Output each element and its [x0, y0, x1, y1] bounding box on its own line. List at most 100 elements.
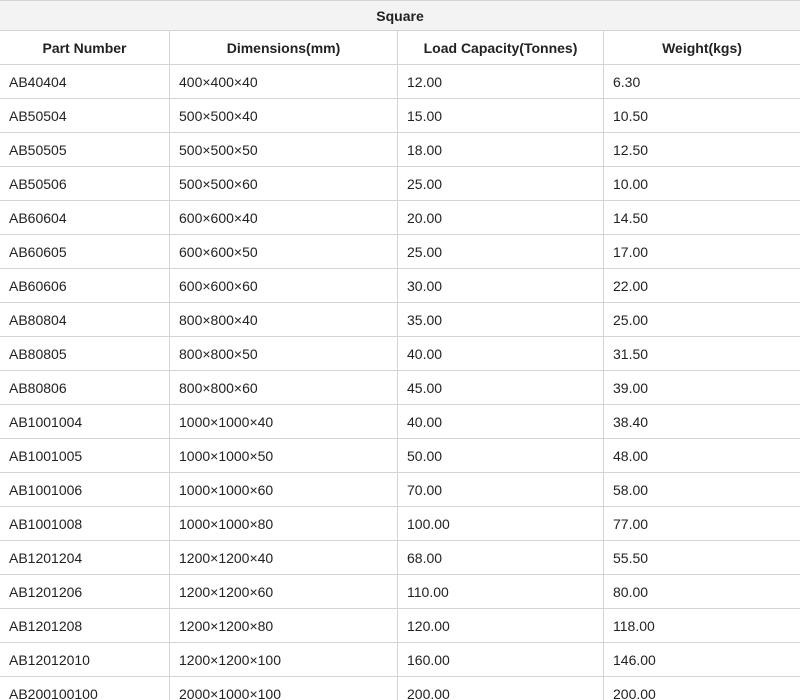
dimensions-cell: 500×500×50	[169, 132, 398, 167]
dimensions-cell: 500×500×60	[169, 166, 398, 201]
weight-cell: 22.00	[602, 268, 800, 303]
weight-cell: 17.00	[602, 234, 800, 269]
table-row: AB80806 800×800×60 45.00 39.00	[0, 370, 800, 405]
load-capacity-cell: 35.00	[397, 302, 604, 337]
weight-cell: 14.50	[602, 200, 800, 235]
weight-cell: 80.00	[602, 574, 800, 609]
part-number-cell: AB50504	[0, 98, 170, 133]
part-number-cell: AB1001006	[0, 472, 170, 507]
part-number-cell: AB60606	[0, 268, 170, 303]
load-capacity-cell: 20.00	[397, 200, 604, 235]
column-header-load-capacity: Load Capacity(Tonnes)	[397, 30, 604, 65]
dimensions-cell: 600×600×40	[169, 200, 398, 235]
part-number-cell: AB1201204	[0, 540, 170, 575]
part-number-cell: AB80805	[0, 336, 170, 371]
weight-cell: 31.50	[602, 336, 800, 371]
table-row: AB200100100 2000×1000×100 200.00 200.00	[0, 676, 800, 700]
column-header-weight: Weight(kgs)	[602, 30, 800, 65]
table-row: AB40404 400×400×40 12.00 6.30	[0, 64, 800, 99]
load-capacity-cell: 25.00	[397, 166, 604, 201]
weight-cell: 77.00	[602, 506, 800, 541]
load-capacity-cell: 160.00	[397, 642, 604, 677]
part-number-cell: AB60604	[0, 200, 170, 235]
load-capacity-cell: 100.00	[397, 506, 604, 541]
table-row: AB50504 500×500×40 15.00 10.50	[0, 98, 800, 133]
load-capacity-cell: 30.00	[397, 268, 604, 303]
table-row: AB1201204 1200×1200×40 68.00 55.50	[0, 540, 800, 575]
table-row: AB80804 800×800×40 35.00 25.00	[0, 302, 800, 337]
weight-cell: 10.00	[602, 166, 800, 201]
table-row: AB12012010 1200×1200×100 160.00 146.00	[0, 642, 800, 677]
column-header-row: Part Number Dimensions(mm) Load Capacity…	[0, 30, 800, 65]
dimensions-cell: 1000×1000×40	[169, 404, 398, 439]
part-number-cell: AB200100100	[0, 676, 170, 700]
weight-cell: 10.50	[602, 98, 800, 133]
dimensions-cell: 800×800×50	[169, 336, 398, 371]
table-row: AB1001005 1000×1000×50 50.00 48.00	[0, 438, 800, 473]
column-header-dimensions: Dimensions(mm)	[169, 30, 398, 65]
table-row: AB1001008 1000×1000×80 100.00 77.00	[0, 506, 800, 541]
dimensions-cell: 600×600×60	[169, 268, 398, 303]
part-number-cell: AB1001004	[0, 404, 170, 439]
load-capacity-cell: 200.00	[397, 676, 604, 700]
part-number-cell: AB40404	[0, 64, 170, 99]
square-spec-table: Square Part Number Dimensions(mm) Load C…	[0, 0, 800, 700]
load-capacity-cell: 18.00	[397, 132, 604, 167]
table-row: AB1001006 1000×1000×60 70.00 58.00	[0, 472, 800, 507]
dimensions-cell: 1200×1200×60	[169, 574, 398, 609]
weight-cell: 6.30	[602, 64, 800, 99]
dimensions-cell: 1000×1000×60	[169, 472, 398, 507]
dimensions-cell: 800×800×40	[169, 302, 398, 337]
table-row: AB50506 500×500×60 25.00 10.00	[0, 166, 800, 201]
weight-cell: 38.40	[602, 404, 800, 439]
load-capacity-cell: 70.00	[397, 472, 604, 507]
table-row: AB1001004 1000×1000×40 40.00 38.40	[0, 404, 800, 439]
dimensions-cell: 400×400×40	[169, 64, 398, 99]
load-capacity-cell: 68.00	[397, 540, 604, 575]
dimensions-cell: 1000×1000×80	[169, 506, 398, 541]
load-capacity-cell: 40.00	[397, 336, 604, 371]
weight-cell: 25.00	[602, 302, 800, 337]
weight-cell: 58.00	[602, 472, 800, 507]
dimensions-cell: 600×600×50	[169, 234, 398, 269]
load-capacity-cell: 120.00	[397, 608, 604, 643]
weight-cell: 118.00	[602, 608, 800, 643]
dimensions-cell: 1000×1000×50	[169, 438, 398, 473]
part-number-cell: AB50506	[0, 166, 170, 201]
load-capacity-cell: 15.00	[397, 98, 604, 133]
weight-cell: 146.00	[602, 642, 800, 677]
part-number-cell: AB80804	[0, 302, 170, 337]
table-row: AB60606 600×600×60 30.00 22.00	[0, 268, 800, 303]
weight-cell: 39.00	[602, 370, 800, 405]
part-number-cell: AB1201206	[0, 574, 170, 609]
load-capacity-cell: 12.00	[397, 64, 604, 99]
weight-cell: 55.50	[602, 540, 800, 575]
table-body: AB40404 400×400×40 12.00 6.30 AB50504 500×500…	[0, 64, 800, 700]
load-capacity-cell: 40.00	[397, 404, 604, 439]
dimensions-cell: 1200×1200×100	[169, 642, 398, 677]
load-capacity-cell: 25.00	[397, 234, 604, 269]
column-header-part-number: Part Number	[0, 30, 170, 65]
part-number-cell: AB60605	[0, 234, 170, 269]
dimensions-cell: 1200×1200×40	[169, 540, 398, 575]
table-row: AB80805 800×800×50 40.00 31.50	[0, 336, 800, 371]
part-number-cell: AB1001008	[0, 506, 170, 541]
dimensions-cell: 800×800×60	[169, 370, 398, 405]
load-capacity-cell: 50.00	[397, 438, 604, 473]
part-number-cell: AB12012010	[0, 642, 170, 677]
weight-cell: 200.00	[602, 676, 800, 700]
dimensions-cell: 500×500×40	[169, 98, 398, 133]
table-row: AB60604 600×600×40 20.00 14.50	[0, 200, 800, 235]
table-title-row: Square	[0, 0, 800, 31]
table-row: AB1201208 1200×1200×80 120.00 118.00	[0, 608, 800, 643]
load-capacity-cell: 45.00	[397, 370, 604, 405]
dimensions-cell: 1200×1200×80	[169, 608, 398, 643]
table-title: Square	[0, 0, 800, 31]
part-number-cell: AB1001005	[0, 438, 170, 473]
weight-cell: 48.00	[602, 438, 800, 473]
part-number-cell: AB80806	[0, 370, 170, 405]
table-row: AB1201206 1200×1200×60 110.00 80.00	[0, 574, 800, 609]
load-capacity-cell: 110.00	[397, 574, 604, 609]
dimensions-cell: 2000×1000×100	[169, 676, 398, 700]
table-row: AB50505 500×500×50 18.00 12.50	[0, 132, 800, 167]
